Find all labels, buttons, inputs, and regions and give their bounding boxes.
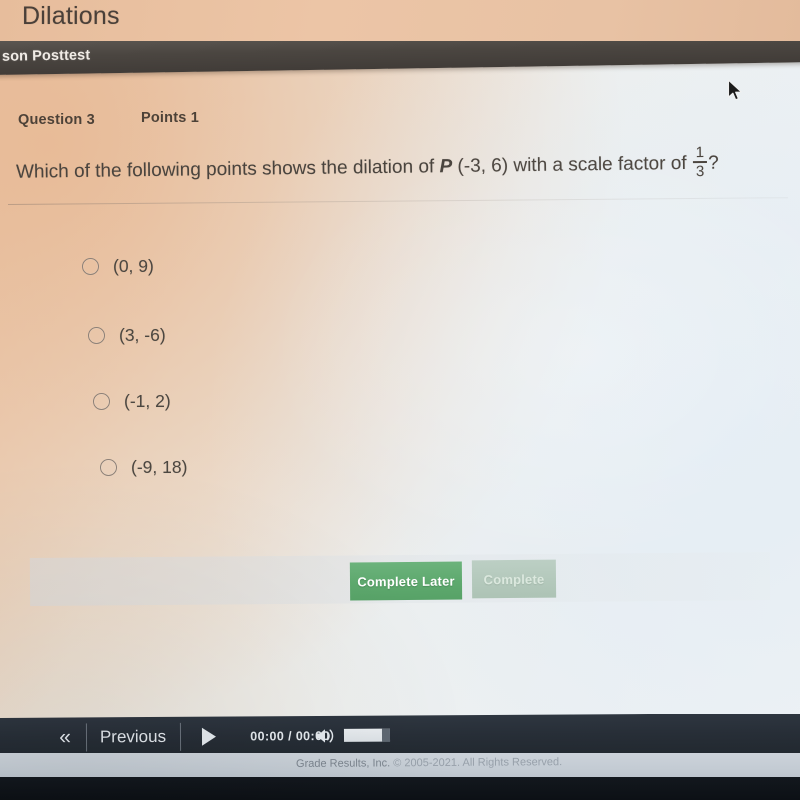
mouse-pointer-icon — [727, 79, 745, 103]
device-bezel — [0, 777, 800, 800]
question-stem: Which of the following points shows the … — [16, 144, 800, 188]
previous-button[interactable]: Previous — [90, 717, 176, 758]
answer-choice-label: (-1, 2) — [124, 391, 171, 411]
volume-slider[interactable] — [343, 728, 391, 742]
toolbar-separator — [179, 722, 182, 751]
footer-copyright: Grade Results, Inc. © 2005-2021. All Rig… — [296, 756, 562, 770]
answer-choice-3[interactable]: (-1, 2) — [93, 391, 171, 412]
answer-choice-label: (-9, 18) — [131, 457, 188, 477]
stem-text-middle: (-3, 6) with a scale factor of — [452, 152, 693, 178]
course-nav-label: son Posttest — [1, 47, 91, 65]
speaker-icon[interactable] — [312, 716, 338, 756]
answer-choice-1[interactable]: (0, 9) — [82, 256, 154, 277]
question-points: Points 1 — [141, 110, 199, 126]
footer-company: Grade Results, Inc. — [295, 757, 391, 770]
toolbar-separator — [85, 723, 88, 752]
answer-choice-2[interactable]: (3, -6) — [88, 325, 166, 346]
answer-choice-label: (0, 9) — [113, 256, 154, 276]
stem-text-before: Which of the following points shows the … — [15, 156, 440, 183]
complete-later-button[interactable]: Complete Later — [349, 561, 463, 601]
radio-button-icon[interactable] — [88, 327, 105, 344]
stem-point-variable: P — [439, 156, 453, 178]
course-nav-bar: son Posttest — [0, 41, 800, 81]
scale-factor-fraction: 13 — [692, 143, 708, 180]
question-number: Question 3 — [18, 112, 95, 128]
volume-slider-thumb[interactable] — [381, 728, 391, 742]
radio-button-icon[interactable] — [82, 258, 99, 275]
lesson-screen: Dilations son Posttest Question 3 Points… — [0, 0, 800, 800]
answer-choice-4[interactable]: (-9, 18) — [100, 457, 187, 478]
footer-copyright-text: © 2005-2021. All Rights Reserved. — [390, 756, 563, 770]
stem-text-after: ? — [708, 152, 719, 174]
question-meta: Question 3 Points 1 — [0, 110, 800, 140]
page-title: Dilations — [22, 2, 120, 30]
previous-chevron-icon[interactable]: « — [46, 717, 84, 757]
play-icon[interactable] — [192, 717, 226, 757]
fraction-denominator: 3 — [695, 162, 705, 180]
answer-choice-label: (3, -6) — [119, 325, 166, 345]
content-divider — [7, 197, 788, 205]
radio-button-icon[interactable] — [100, 459, 117, 476]
lesson-title-bar: Dilations — [0, 0, 800, 47]
radio-button-icon[interactable] — [93, 393, 110, 410]
complete-button: Complete — [471, 559, 557, 599]
fraction-numerator: 1 — [695, 143, 705, 162]
